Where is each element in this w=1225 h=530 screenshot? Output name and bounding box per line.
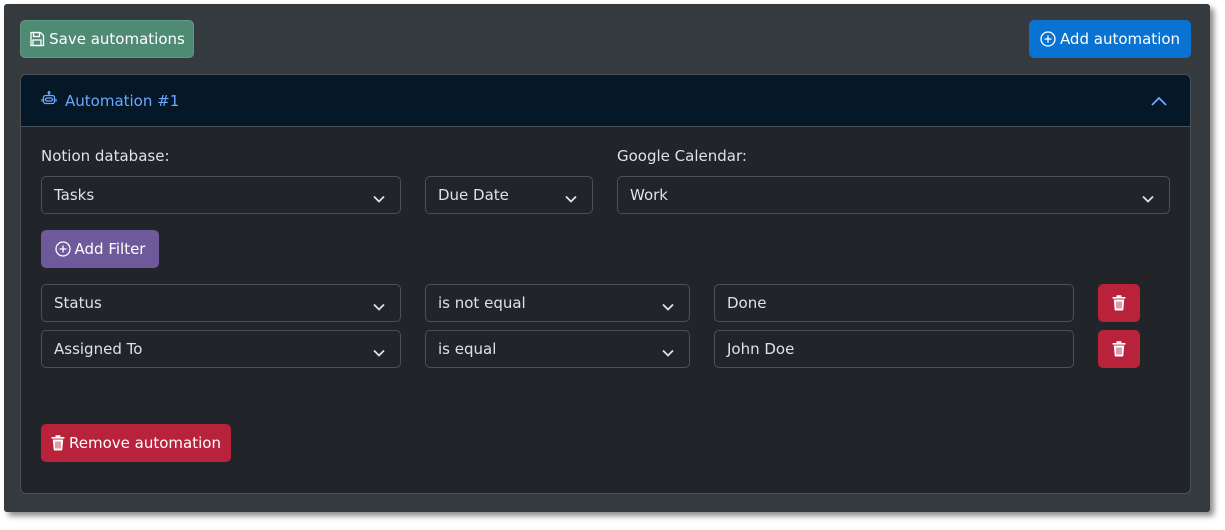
save-automations-label: Save automations [49, 30, 185, 48]
notion-database-label: Notion database: [41, 147, 170, 165]
delete-filter-button[interactable] [1098, 284, 1140, 322]
save-automations-button[interactable]: Save automations [20, 20, 194, 58]
robot-icon [41, 90, 57, 111]
automation-header[interactable]: Automation #1 [21, 75, 1190, 127]
automation-panel: Automation #1 Notion database: Google Ca… [20, 74, 1191, 494]
add-automation-button[interactable]: Add automation [1029, 20, 1191, 58]
app-window: Save automations Add automation Automati… [4, 4, 1210, 512]
notion-database-value: Tasks [54, 186, 95, 204]
google-calendar-select[interactable]: Work [617, 176, 1170, 214]
remove-automation-button[interactable]: Remove automation [41, 424, 231, 462]
plus-circle-icon [54, 241, 71, 257]
trash-icon [1112, 295, 1126, 311]
chevron-down-icon [372, 344, 386, 362]
filter-operator-select[interactable]: is not equal [425, 284, 690, 322]
date-property-value: Due Date [438, 186, 509, 204]
chevron-down-icon [661, 344, 675, 362]
filter-value-text: John Doe [727, 340, 795, 358]
add-filter-button[interactable]: Add Filter [41, 230, 159, 268]
google-calendar-label: Google Calendar: [617, 147, 747, 165]
trash-icon [51, 435, 65, 451]
filter-value-input[interactable]: Done [714, 284, 1074, 322]
add-automation-label: Add automation [1059, 30, 1181, 48]
chevron-down-icon [1141, 190, 1155, 208]
trash-icon [1112, 341, 1126, 357]
add-filter-label: Add Filter [74, 240, 146, 258]
chevron-down-icon [372, 298, 386, 316]
floppy-disk-icon [29, 31, 45, 47]
chevron-down-icon [372, 190, 386, 208]
chevron-down-icon [564, 190, 578, 208]
filter-operator-value: is not equal [438, 294, 526, 312]
chevron-up-icon[interactable] [1150, 93, 1168, 111]
date-property-select[interactable]: Due Date [425, 176, 593, 214]
filter-operator-select[interactable]: is equal [425, 330, 690, 368]
filter-property-select[interactable]: Assigned To [41, 330, 401, 368]
filter-property-value: Status [54, 294, 102, 312]
chevron-down-icon [661, 298, 675, 316]
filter-operator-value: is equal [438, 340, 497, 358]
remove-automation-label: Remove automation [69, 434, 221, 452]
filter-value-text: Done [727, 294, 767, 312]
filter-property-select[interactable]: Status [41, 284, 401, 322]
notion-database-select[interactable]: Tasks [41, 176, 401, 214]
google-calendar-value: Work [630, 186, 668, 204]
delete-filter-button[interactable] [1098, 330, 1140, 368]
filter-property-value: Assigned To [54, 340, 143, 358]
filter-value-input[interactable]: John Doe [714, 330, 1074, 368]
plus-circle-icon [1040, 31, 1056, 47]
automation-title: Automation #1 [65, 91, 180, 110]
